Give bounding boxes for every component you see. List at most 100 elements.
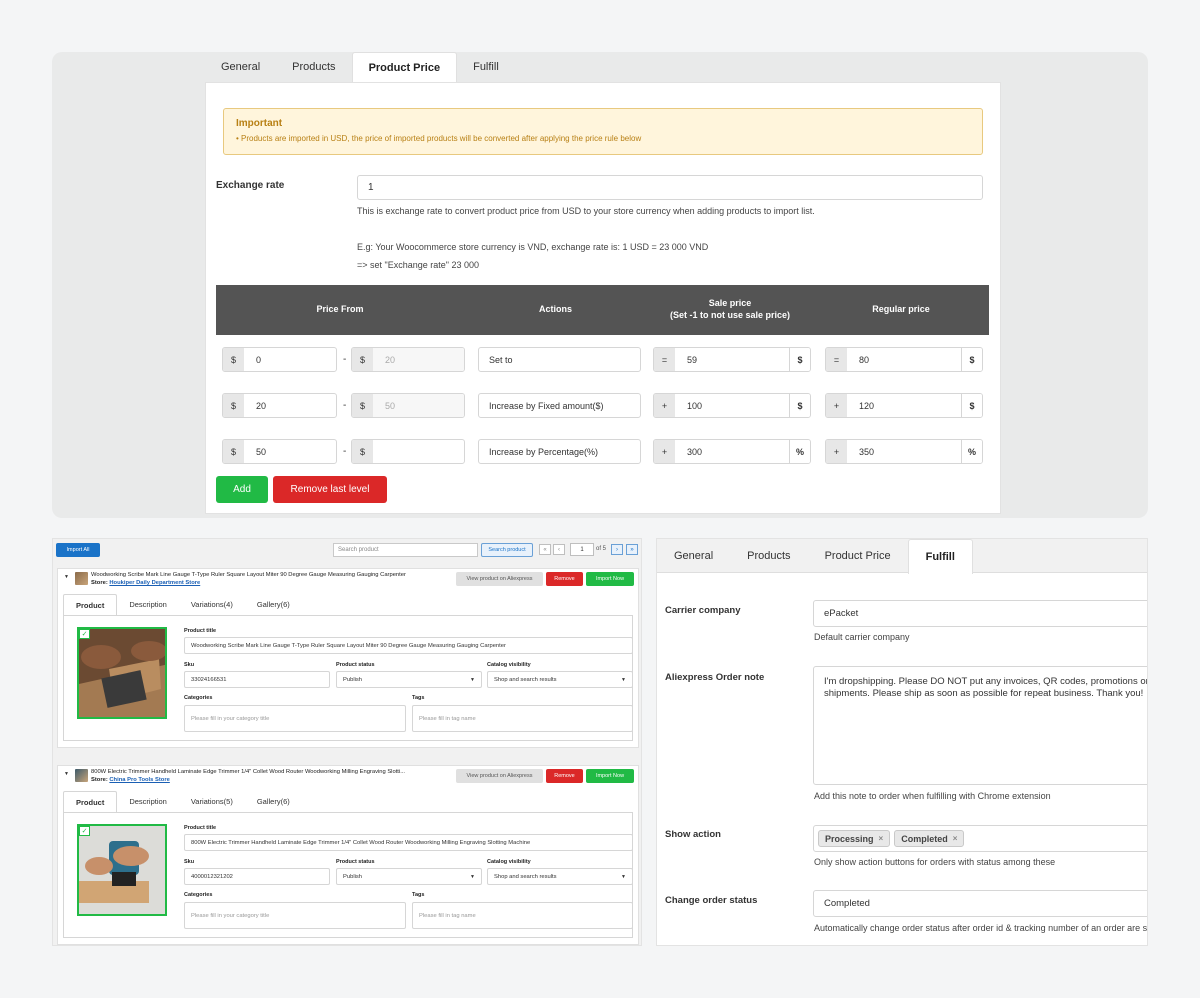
sku-input[interactable]: 4000012321202 — [184, 868, 330, 885]
product-image[interactable]: ✓ — [77, 824, 167, 916]
col-regular-price: Regular price — [872, 304, 930, 315]
import-now-button[interactable]: Import Now — [586, 769, 634, 783]
tab-description[interactable]: Description — [117, 594, 179, 616]
exchange-rate-input[interactable]: 1 — [357, 175, 983, 200]
tab-product-price[interactable]: Product Price — [351, 52, 458, 83]
tags-input[interactable]: Please fill in tag name — [412, 705, 633, 732]
show-action-multiselect[interactable]: Processing × Completed × — [813, 825, 1147, 852]
tags-input[interactable]: Please fill in tag name — [412, 902, 633, 929]
tab-general[interactable]: General — [205, 52, 276, 83]
price-from-value: 50 — [256, 446, 267, 457]
exchange-rate-example: E.g: Your Woocommerce store currency is … — [357, 242, 709, 252]
price-to-input[interactable]: $ 20 — [351, 347, 465, 372]
select-image-checkbox[interactable]: ✓ — [79, 826, 90, 836]
tab-description[interactable]: Description — [117, 791, 179, 813]
tab-product-price[interactable]: Product Price — [808, 539, 908, 574]
change-order-status-label: Change order status — [665, 895, 758, 906]
col-sale-price-note: (Set -1 to not use sale price) — [669, 310, 791, 320]
tab-variations[interactable]: Variations(4) — [179, 594, 245, 616]
tab-general[interactable]: General — [657, 539, 730, 574]
tab-products[interactable]: Products — [276, 52, 351, 83]
product-status-value: Publish — [343, 873, 363, 880]
view-on-aliexpress-button[interactable]: View product on Aliexpress — [456, 572, 543, 586]
remove-last-level-button[interactable]: Remove last level — [273, 476, 387, 503]
view-on-aliexpress-button[interactable]: View product on Aliexpress — [456, 769, 543, 783]
price-to-value — [373, 440, 464, 463]
sku-input[interactable]: 33024166531 — [184, 671, 330, 688]
categories-input[interactable]: Please fill in your category title — [184, 705, 406, 732]
sale-price-input[interactable]: + 300 % — [653, 439, 811, 464]
tab-fulfill[interactable]: Fulfill — [457, 52, 515, 83]
sale-price-value: 300 — [687, 446, 703, 457]
select-image-checkbox[interactable]: ✓ — [79, 629, 90, 639]
change-order-status-select[interactable]: Completed — [813, 890, 1147, 917]
page-number-input[interactable]: 1 — [570, 543, 594, 556]
price-to-input[interactable]: $ — [351, 439, 465, 464]
tab-products[interactable]: Products — [730, 539, 807, 574]
price-from-input[interactable]: $ 50 — [222, 439, 337, 464]
carrier-company-input[interactable]: ePacket — [813, 600, 1147, 627]
action-select[interactable]: Increase by Percentage(%) — [478, 439, 641, 464]
status-chip-completed: Completed × — [894, 830, 965, 847]
sale-price-input[interactable]: = 59 $ — [653, 347, 811, 372]
tab-product[interactable]: Product — [63, 791, 118, 813]
import-now-button[interactable]: Import Now — [586, 572, 634, 586]
regular-price-input[interactable]: + 120 $ — [825, 393, 983, 418]
next-page-button[interactable]: › — [611, 544, 623, 555]
last-page-button[interactable]: » — [626, 544, 638, 555]
collapse-caret-icon[interactable]: ▼ — [64, 574, 69, 580]
remove-chip-icon[interactable]: × — [879, 834, 884, 843]
remove-chip-icon[interactable]: × — [953, 834, 958, 843]
tab-variations[interactable]: Variations(5) — [179, 791, 245, 813]
tab-product[interactable]: Product — [63, 594, 118, 616]
action-select[interactable]: Set to — [478, 347, 641, 372]
sale-price-input[interactable]: + 100 $ — [653, 393, 811, 418]
fulfill-settings-panel: General Products Product Price Fulfill C… — [656, 538, 1148, 946]
operator-addon: + — [654, 394, 675, 417]
tags-label: Tags — [412, 892, 425, 898]
product-status-select[interactable]: Publish ▼ — [336, 671, 482, 688]
operator-addon: = — [654, 348, 675, 371]
price-from-input[interactable]: $ 20 — [222, 393, 337, 418]
prev-page-button[interactable]: ‹ — [553, 544, 565, 555]
settings-tabs: General Products Product Price Fulfill — [205, 52, 515, 83]
col-sale-price-title: Sale price — [708, 298, 752, 309]
categories-label: Categories — [184, 695, 213, 701]
product-status-select[interactable]: Publish ▼ — [336, 868, 482, 885]
catalog-visibility-label: Catalog visibility — [487, 662, 531, 668]
product-image[interactable]: ✓ — [77, 627, 167, 719]
regular-price-input[interactable]: + 350 % — [825, 439, 983, 464]
show-action-label: Show action — [665, 829, 721, 840]
product-name: Woodworking Scribe Mark Line Gauge T-Typ… — [91, 572, 406, 578]
col-price-from: Price From — [316, 304, 364, 315]
tab-gallery[interactable]: Gallery(6) — [245, 791, 302, 813]
tab-fulfill[interactable]: Fulfill — [907, 539, 973, 574]
currency-addon: $ — [223, 394, 244, 417]
import-all-button[interactable]: Import All — [56, 543, 100, 557]
product-title-input[interactable]: Woodworking Scribe Mark Line Gauge T-Typ… — [184, 637, 633, 654]
add-level-button[interactable]: Add — [216, 476, 268, 503]
order-note-textarea[interactable]: I'm dropshipping. Please DO NOT put any … — [813, 666, 1147, 785]
price-to-input[interactable]: $ 50 — [351, 393, 465, 418]
action-select[interactable]: Increase by Fixed amount($) — [478, 393, 641, 418]
search-product-button[interactable]: Search product — [481, 543, 533, 557]
collapse-caret-icon[interactable]: ▼ — [64, 771, 69, 777]
categories-input[interactable]: Please fill in your category title — [184, 902, 406, 929]
regular-price-input[interactable]: = 80 $ — [825, 347, 983, 372]
product-title-input[interactable]: 800W Electric Trimmer Handheld Laminate … — [184, 834, 633, 851]
product-status-label: Product status — [336, 859, 375, 865]
sku-label: Sku — [184, 859, 195, 865]
remove-product-button[interactable]: Remove — [546, 572, 583, 586]
operator-addon: + — [826, 440, 847, 463]
store-link[interactable]: Houkiper Daily Department Store — [109, 580, 200, 586]
tab-gallery[interactable]: Gallery(6) — [245, 594, 302, 616]
catalog-visibility-select[interactable]: Shop and search results ▼ — [487, 868, 633, 885]
catalog-visibility-select[interactable]: Shop and search results ▼ — [487, 671, 633, 688]
search-product-input[interactable]: Search product — [333, 543, 478, 557]
first-page-button[interactable]: « — [539, 544, 551, 555]
store-link[interactable]: China Pro Tools Store — [109, 777, 169, 783]
tags-label: Tags — [412, 695, 425, 701]
remove-product-button[interactable]: Remove — [546, 769, 583, 783]
product-item: ▼ Woodworking Scribe Mark Line Gauge T-T… — [57, 568, 639, 748]
price-from-input[interactable]: $ 0 — [222, 347, 337, 372]
